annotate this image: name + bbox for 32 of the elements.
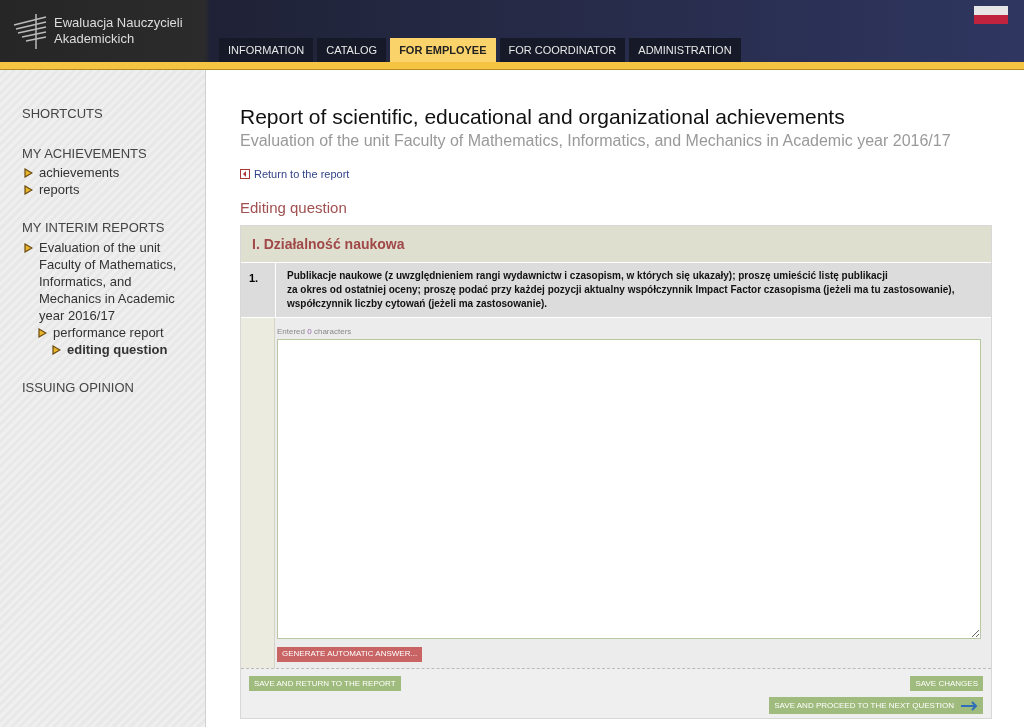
- bullet-icon: [24, 185, 33, 195]
- logo-icon: [12, 11, 48, 51]
- sidebar-heading[interactable]: SHORTCUTS: [22, 104, 197, 124]
- sidebar-heading[interactable]: MY ACHIEVEMENTS: [22, 143, 197, 163]
- logo-text: Ewaluacja Nauczycieli Akademickich: [54, 15, 183, 47]
- flag-icon: [974, 6, 1008, 24]
- sidebar-heading[interactable]: ISSUING OPINION: [22, 377, 197, 397]
- bullet-icon: [38, 327, 47, 338]
- nav-tab[interactable]: FOR COORDINATOR: [499, 38, 626, 62]
- sidebar-link[interactable]: performance report: [53, 323, 164, 341]
- nav-tab[interactable]: CATALOG: [317, 38, 387, 62]
- answer-field[interactable]: [277, 339, 981, 639]
- arrow-icon: [960, 700, 978, 711]
- character-counter: Entered 0 characters: [277, 326, 353, 338]
- back-link[interactable]: Return to the report: [254, 166, 350, 183]
- nav-tab[interactable]: FOR EMPLOYEE: [390, 38, 496, 62]
- sidebar-link[interactable]: achievements: [39, 164, 120, 181]
- bullet-icon: [24, 168, 33, 178]
- section-title: I. Działalność naukowa: [252, 234, 405, 254]
- sidebar-link[interactable]: reports: [39, 181, 80, 198]
- sidebar-link[interactable]: editing question: [67, 340, 168, 358]
- back-icon: [240, 169, 250, 180]
- bullet-icon: [24, 242, 33, 253]
- bullet-icon: [52, 344, 61, 355]
- sidebar-heading[interactable]: MY INTERIM REPORTS: [22, 218, 197, 238]
- generate-button[interactable]: GENERATE AUTOMATIC ANSWER...: [277, 646, 423, 662]
- page-title: Report of scientific, educational and organizational achievements: [240, 104, 846, 130]
- page-subtitle: Evaluation of the unit Faculty of Mathematics, Informatics, and Mechanics in Academic year 2016/17: [240, 131, 952, 151]
- nav-tab[interactable]: ADMINISTRATION: [629, 38, 741, 62]
- section-heading: Editing question: [240, 197, 348, 218]
- question-number: 1.: [248, 271, 260, 286]
- nav-tab[interactable]: INFORMATION: [219, 38, 314, 62]
